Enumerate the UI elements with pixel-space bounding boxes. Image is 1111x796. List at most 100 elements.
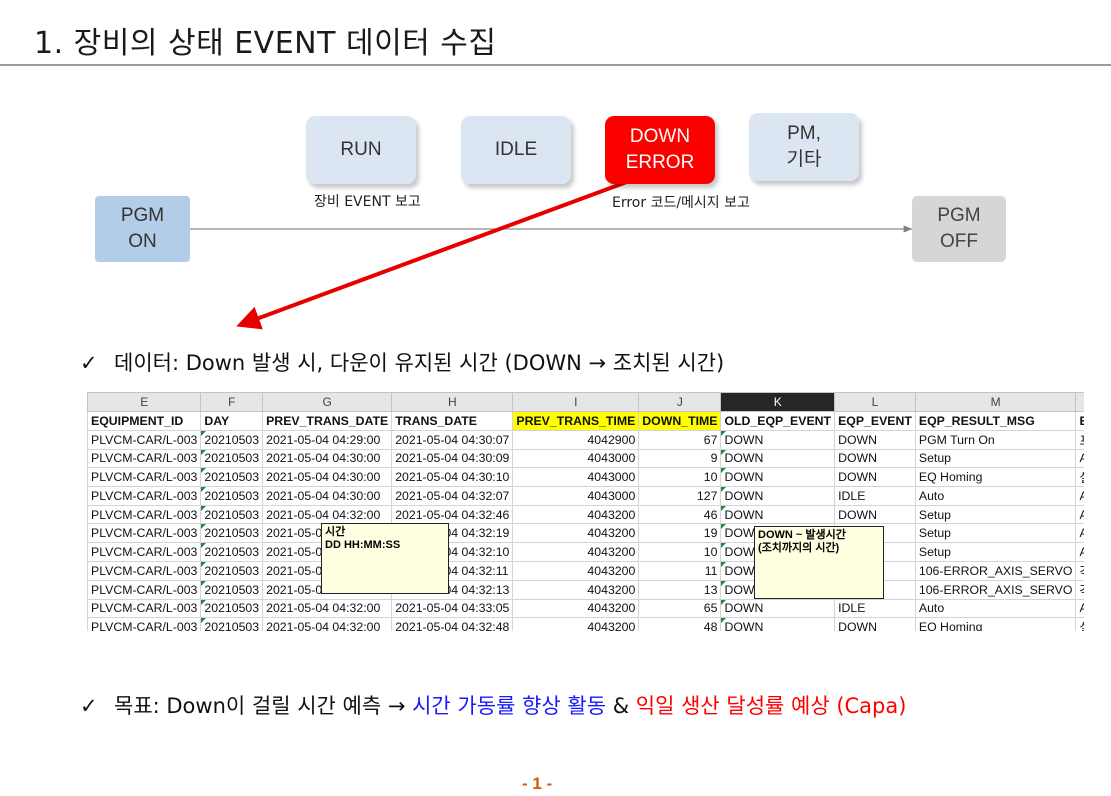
field-header-cell[interactable]: TRANS_DATE: [391, 411, 514, 431]
table-cell[interactable]: 4043200: [512, 504, 640, 525]
table-cell[interactable]: 20210503: [200, 486, 264, 506]
table-cell[interactable]: DOWN: [834, 467, 916, 488]
table-cell[interactable]: 20210503: [200, 541, 264, 562]
table-cell[interactable]: PLVCM-CAR/L-003: [87, 598, 202, 619]
table-cell[interactable]: 2021-05-04 04:32:07: [391, 486, 514, 506]
table-cell[interactable]: PLVCM-CAR/L-003: [87, 504, 202, 525]
table-cell[interactable]: 4043000: [512, 486, 640, 506]
table-cell[interactable]: 4043200: [512, 523, 640, 543]
table-cell[interactable]: PLVCM-CAR/L-003: [87, 486, 202, 506]
table-cell[interactable]: 프로그: [1075, 429, 1084, 450]
table-cell[interactable]: Auto M: [1075, 598, 1084, 619]
table-cell[interactable]: PLVCM-CAR/L-003: [87, 560, 202, 581]
table-cell[interactable]: Setup: [914, 448, 1077, 469]
table-cell[interactable]: 20210503: [200, 560, 264, 581]
table-cell[interactable]: PLVCM-CAR/L-003: [87, 579, 202, 600]
field-header-cell[interactable]: EQP_F: [1075, 411, 1084, 431]
column-letter-cell[interactable]: J: [638, 392, 722, 412]
table-cell[interactable]: 10: [638, 467, 722, 488]
table-cell[interactable]: 2021-05-04 04:29:00: [262, 429, 393, 450]
table-cell[interactable]: 설비 -: [1075, 467, 1084, 488]
table-cell[interactable]: 127: [638, 486, 722, 506]
column-letter-cell[interactable]: H: [391, 392, 514, 412]
table-cell[interactable]: Setup: [914, 523, 1077, 543]
table-cell[interactable]: DOWN: [720, 448, 836, 469]
table-cell[interactable]: 2021-05-04 04:32:00: [262, 504, 393, 525]
table-cell[interactable]: PLVCM-CAR/L-003: [87, 429, 202, 450]
table-cell[interactable]: Auto M: [1075, 504, 1084, 525]
table-cell[interactable]: 20210503: [200, 579, 264, 600]
table-cell[interactable]: 2021-05-04 04:30:00: [262, 448, 393, 469]
table-cell[interactable]: 2021-05-04 04:33:05: [391, 598, 514, 619]
table-cell[interactable]: 106-ERROR_AXIS_SERVO: [914, 560, 1077, 581]
column-letter-cell[interactable]: [1075, 392, 1084, 412]
column-letter-cell[interactable]: M: [914, 392, 1077, 412]
field-header-cell[interactable]: PREV_TRANS_DATE: [262, 411, 393, 431]
table-cell[interactable]: 46: [638, 504, 722, 525]
table-cell[interactable]: DOWN: [720, 598, 836, 619]
table-cell[interactable]: PLVCM-CAR/L-003: [87, 467, 202, 488]
table-cell[interactable]: 65: [638, 598, 722, 619]
column-letter-cell[interactable]: K: [720, 392, 836, 412]
table-cell[interactable]: PGM Turn On: [914, 429, 1077, 450]
field-header-cell[interactable]: OLD_EQP_EVENT: [720, 411, 836, 431]
table-cell[interactable]: DOWN: [720, 504, 836, 525]
table-cell[interactable]: 20210503: [200, 467, 264, 488]
table-cell[interactable]: DOWN: [834, 504, 916, 525]
field-header-cell[interactable]: EQP_RESULT_MSG: [914, 411, 1077, 431]
table-cell[interactable]: DOWN: [720, 467, 836, 488]
table-cell[interactable]: 2021-05-04 04:30:10: [391, 467, 514, 488]
table-cell[interactable]: Auto: [914, 486, 1077, 506]
column-letter-cell[interactable]: G: [262, 392, 393, 412]
table-cell[interactable]: PLVCM-CAR/L-003: [87, 448, 202, 469]
table-cell[interactable]: 2021-05-04 04:30:00: [262, 486, 393, 506]
table-cell[interactable]: Auto M: [1075, 448, 1084, 469]
table-cell[interactable]: 2021-05-04 04:32:46: [391, 504, 514, 525]
column-letter-cell[interactable]: L: [834, 392, 916, 412]
table-cell[interactable]: 2021-05-04 04:30:09: [391, 448, 514, 469]
table-cell[interactable]: IDLE: [834, 486, 916, 506]
table-cell[interactable]: 67: [638, 429, 722, 450]
table-cell[interactable]: 4043000: [512, 467, 640, 488]
table-cell[interactable]: 20210503: [200, 429, 264, 450]
column-letter-cell[interactable]: I: [512, 392, 640, 412]
table-cell[interactable]: 2021-05-04 04:30:00: [262, 467, 393, 488]
table-cell[interactable]: Auto M: [1075, 523, 1084, 543]
table-cell[interactable]: DOWN: [720, 486, 836, 506]
table-cell[interactable]: 4043200: [512, 579, 640, 600]
table-cell[interactable]: 20210503: [200, 504, 264, 525]
table-cell[interactable]: 20210503: [200, 598, 264, 619]
column-letter-cell[interactable]: F: [200, 392, 264, 412]
table-cell[interactable]: Setup: [914, 541, 1077, 562]
field-header-cell[interactable]: EQUIPMENT_ID: [87, 411, 202, 431]
table-cell[interactable]: 106-ERROR_AXIS_SERVO: [914, 579, 1077, 600]
table-cell[interactable]: 2021-05-04 04:30:07: [391, 429, 514, 450]
table-cell[interactable]: EQ Homing: [914, 467, 1077, 488]
table-cell[interactable]: 4043200: [512, 598, 640, 619]
table-cell[interactable]: 10: [638, 541, 722, 562]
table-cell[interactable]: DOWN: [834, 448, 916, 469]
table-cell[interactable]: 20210503: [200, 448, 264, 469]
table-cell[interactable]: 13: [638, 579, 722, 600]
table-cell[interactable]: PLVCM-CAR/L-003: [87, 541, 202, 562]
table-cell[interactable]: Auto: [914, 598, 1077, 619]
table-cell[interactable]: Auto M: [1075, 486, 1084, 506]
table-cell[interactable]: 4043000: [512, 448, 640, 469]
table-cell[interactable]: 20210503: [200, 523, 264, 543]
table-cell[interactable]: 각 축: [1075, 560, 1084, 581]
table-cell[interactable]: 각 축: [1075, 579, 1084, 600]
table-cell[interactable]: IDLE: [834, 598, 916, 619]
table-cell[interactable]: 4043200: [512, 541, 640, 562]
table-cell[interactable]: 4043200: [512, 560, 640, 581]
table-cell[interactable]: 19: [638, 523, 722, 543]
field-header-cell[interactable]: DOWN_TIME: [638, 411, 722, 431]
table-cell[interactable]: 11: [638, 560, 722, 581]
table-cell[interactable]: 2021-05-04 04:32:00: [262, 598, 393, 619]
table-cell[interactable]: DOWN: [834, 429, 916, 450]
column-letter-cell[interactable]: E: [87, 392, 202, 412]
table-cell[interactable]: 4042900: [512, 429, 640, 450]
table-cell[interactable]: Auto M: [1075, 541, 1084, 562]
field-header-cell[interactable]: EQP_EVENT: [834, 411, 916, 431]
table-cell[interactable]: PLVCM-CAR/L-003: [87, 523, 202, 543]
field-header-cell[interactable]: PREV_TRANS_TIME: [512, 411, 640, 431]
